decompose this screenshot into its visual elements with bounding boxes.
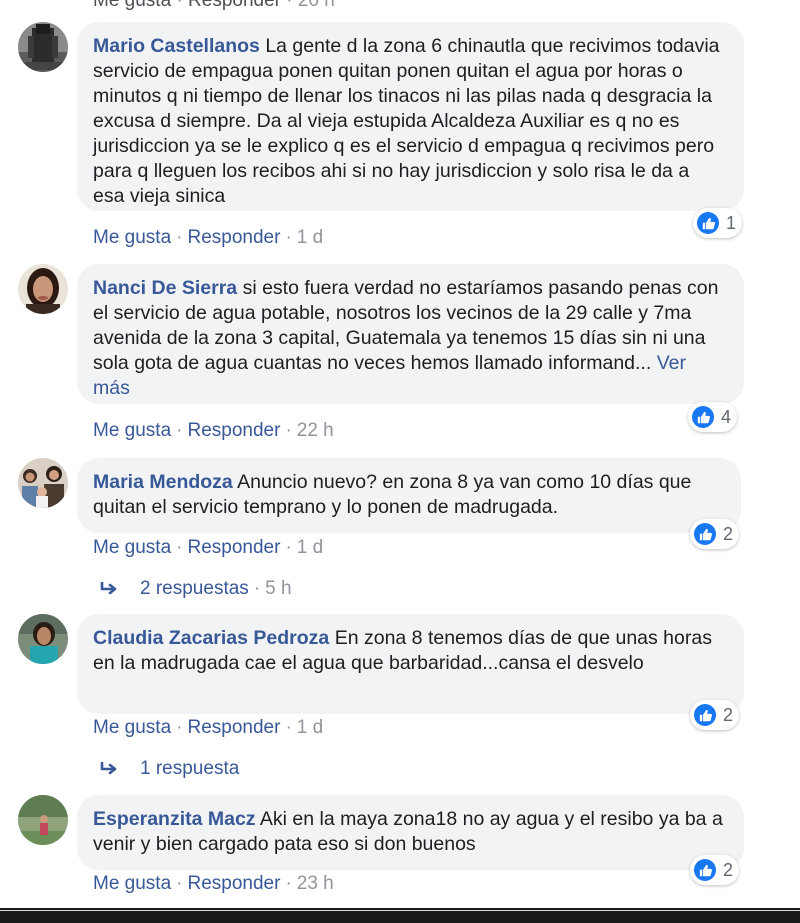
comment-actions: Me gusta · Responder · 22 h <box>93 420 334 441</box>
comment-actions: Me gusta · Responder · 23 h <box>93 873 334 894</box>
like-link[interactable]: Me gusta <box>93 873 171 894</box>
thumbs-up-icon <box>694 704 716 726</box>
comment-time[interactable]: 1 d <box>297 537 323 558</box>
reaction-count[interactable]: 1 <box>693 208 743 238</box>
like-link[interactable]: Me gusta <box>93 537 171 558</box>
reaction-count[interactable]: 4 <box>688 402 738 432</box>
author-name[interactable]: Nanci De Sierra <box>93 277 237 299</box>
reply-arrow-icon <box>100 762 120 776</box>
thumbs-up-icon <box>694 859 716 881</box>
comment-bubble: Nanci De Sierra si esto fuera verdad no … <box>77 264 744 404</box>
comment-actions: Me gusta · Responder · 1 d <box>93 717 324 738</box>
like-count: 4 <box>721 406 732 427</box>
screen-bottom-edge <box>0 908 800 923</box>
replies-count[interactable]: 1 respuesta <box>140 758 239 780</box>
like-link[interactable]: Me gusta <box>93 227 171 248</box>
comment-time: 20 h <box>297 0 335 11</box>
comment-actions: Me gusta · Responder · 1 d <box>93 227 324 248</box>
comment-time[interactable]: 1 d <box>297 227 323 248</box>
avatar[interactable] <box>18 264 68 314</box>
avatar[interactable] <box>18 22 68 72</box>
reply-link[interactable]: Responder <box>187 227 280 248</box>
reply-link[interactable]: Responder <box>187 420 280 441</box>
author-name[interactable]: Claudia Zacarias Pedroza <box>93 627 329 649</box>
reply-link[interactable]: Responder <box>187 537 280 558</box>
like-count: 2 <box>723 523 734 544</box>
reply-link[interactable]: Responder <box>187 717 280 738</box>
comment-time[interactable]: 22 h <box>297 420 334 441</box>
comment-time[interactable]: 1 d <box>297 717 323 738</box>
reply-arrow-icon <box>100 582 120 596</box>
avatar[interactable] <box>18 795 68 845</box>
replies-count[interactable]: 2 respuestas <box>140 578 249 600</box>
thumbs-up-icon <box>692 406 714 428</box>
reaction-count[interactable]: 2 <box>690 855 740 885</box>
avatar[interactable] <box>18 458 68 508</box>
replies-time: 5 h <box>265 578 292 599</box>
comment-time[interactable]: 23 h <box>297 873 334 894</box>
like-count: 2 <box>723 859 734 880</box>
comment-bubble: Esperanzita Macz Aki en la maya zona18 n… <box>77 795 744 870</box>
comment-bubble: Maria Mendoza Anuncio nuevo? en zona 8 y… <box>77 458 741 533</box>
like-count: 2 <box>723 704 734 725</box>
comment-bubble: Claudia Zacarias Pedroza En zona 8 tenem… <box>77 614 744 714</box>
author-name[interactable]: Mario Castellanos <box>93 35 260 57</box>
view-replies-link[interactable]: 2 respuestas · 5 h <box>100 578 292 600</box>
comment-actions: Me gusta · Responder · 1 d <box>93 537 324 558</box>
like-link[interactable]: Me gusta <box>93 717 171 738</box>
reaction-count[interactable]: 2 <box>690 700 740 730</box>
comment-bubble: Mario Castellanos La gente d la zona 6 c… <box>77 22 744 211</box>
like-link[interactable]: Me gusta <box>93 0 171 11</box>
previous-comment-actions: Me gusta · Responder · 20 h <box>93 0 335 12</box>
reaction-count[interactable]: 2 <box>690 519 740 549</box>
view-replies-link[interactable]: 1 respuesta <box>100 758 239 780</box>
author-name[interactable]: Maria Mendoza <box>93 471 233 493</box>
author-name[interactable]: Esperanzita Macz <box>93 808 256 830</box>
like-count: 1 <box>726 212 737 233</box>
thumbs-up-icon <box>694 523 716 545</box>
comment-text: La gente d la zona 6 chinautla que reciv… <box>93 35 720 207</box>
thumbs-up-icon <box>697 212 719 234</box>
avatar[interactable] <box>18 614 68 664</box>
like-link[interactable]: Me gusta <box>93 420 171 441</box>
reply-link[interactable]: Responder <box>188 0 281 11</box>
reply-link[interactable]: Responder <box>187 873 280 894</box>
